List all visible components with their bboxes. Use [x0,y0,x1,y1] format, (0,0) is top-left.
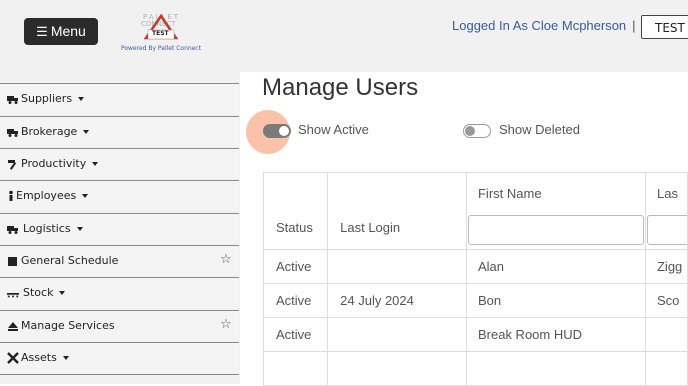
sidebar-item-general-schedule[interactable]: General Schedule ☆ [0,245,239,276]
table-row[interactable]: Active Alan Zigg [262,249,688,284]
main-content: Manage Users Show Active Show Deleted St… [240,72,688,386]
pallet-connect-logo: PALLET CONNECT TEST Powered By Pallet Co… [118,10,204,54]
sidebar: Suppliers Brokerage Productivity Employe… [0,72,240,384]
environment-button[interactable]: TEST A [641,15,688,39]
toggle-knob [279,126,289,136]
caret-down-icon [59,291,66,295]
page-title: Manage Users [262,74,419,101]
caret-down-icon [78,97,85,101]
users-table: Status Last Login First Name Las Active … [262,172,688,386]
star-icon[interactable]: ☆ [220,317,232,332]
column-header-last-name[interactable]: Las [646,174,686,216]
calendar-icon [8,257,17,266]
sidebar-divider [0,374,239,375]
table-header-row: Status Last Login First Name Las [262,172,688,250]
sidebar-item-suppliers[interactable]: Suppliers [0,83,239,114]
table-row[interactable]: Active 24 July 2024 Bon Sco [262,283,688,318]
column-header-last-login[interactable]: Last Login [328,220,466,249]
logged-in-user[interactable]: Logged In As Cloe Mcpherson | [452,18,636,33]
caret-down-icon [82,194,89,198]
truck-icon [7,96,18,104]
show-deleted-toggle[interactable] [463,124,491,138]
top-header: ☰ Menu PALLET CONNECT TEST Powered By Pal… [0,0,688,72]
show-deleted-label: Show Deleted [499,122,580,137]
first-name-filter-input[interactable] [467,215,644,245]
caret-down-icon [76,227,83,231]
sidebar-item-employees[interactable]: Employees [0,180,239,211]
column-header-status[interactable]: Status [264,220,327,249]
show-active-label: Show Active [298,122,369,137]
sidebar-item-stock[interactable]: Stock [0,277,239,308]
sidebar-item-logistics[interactable]: Logistics [0,213,239,244]
pallet-icon [7,293,19,298]
truck-icon [7,226,18,234]
toggle-knob [465,126,475,136]
sidebar-item-manage-services[interactable]: Manage Services ☆ [0,310,239,341]
show-active-toggle[interactable] [263,124,291,138]
caret-down-icon [92,162,99,166]
sidebar-item-assets[interactable]: Assets [0,342,239,373]
sidebar-item-brokerage[interactable]: Brokerage [0,116,239,147]
column-header-first-name[interactable]: First Name [467,173,645,215]
eject-icon [8,322,18,331]
hamburger-icon: ☰ [36,24,48,39]
logo-badge: TEST [152,30,169,37]
caret-down-icon [62,356,69,360]
truck-icon [7,129,18,137]
menu-button[interactable]: ☰ Menu [24,18,98,45]
table-row[interactable]: Active Break Room HUD [262,317,688,352]
caret-down-icon [83,130,90,134]
star-icon[interactable]: ☆ [220,252,232,267]
table-row[interactable] [262,351,688,386]
powered-by-text: Powered By Pallet Connect [120,45,202,52]
sidebar-item-productivity[interactable]: Productivity [0,148,239,179]
hammer-icon [8,160,17,170]
tools-icon [7,352,19,364]
last-name-filter-input[interactable] [646,215,687,245]
